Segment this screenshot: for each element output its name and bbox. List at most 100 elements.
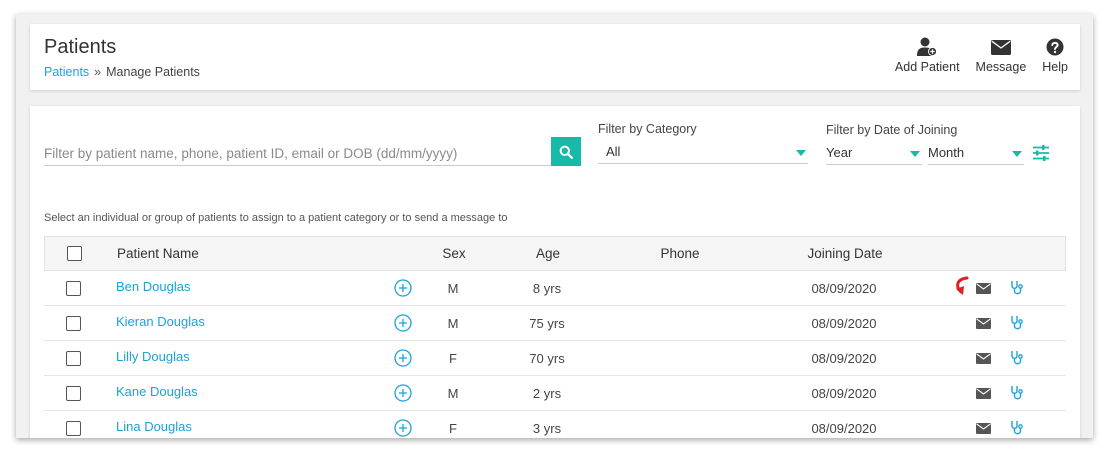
row-select-cell: [66, 411, 81, 438]
add-cell: [394, 271, 412, 305]
header-actions: Add Patient Message Help: [893, 36, 1070, 74]
name-cell: Kieran Douglas: [116, 306, 205, 340]
send-message-button[interactable]: [976, 387, 991, 399]
sliders-icon: [1033, 145, 1049, 161]
search-input[interactable]: [44, 136, 551, 166]
help-button[interactable]: Help: [1040, 36, 1070, 74]
envelope-icon: [976, 282, 991, 294]
column-header-sex[interactable]: Sex: [435, 237, 473, 270]
joining-date-cell: 08/09/2020: [811, 315, 877, 331]
row-select-cell: [66, 306, 81, 340]
row-checkbox[interactable]: [66, 420, 81, 436]
select-all-cell: [67, 237, 82, 270]
stethoscope-icon: [1011, 316, 1023, 330]
add-to-category-button[interactable]: [394, 349, 412, 367]
age-cell: 8 yrs: [532, 280, 562, 296]
clinical-record-button[interactable]: [1010, 385, 1024, 401]
send-message-button[interactable]: [976, 352, 991, 364]
add-cell: [394, 306, 412, 340]
column-header-phone[interactable]: Phone: [645, 237, 715, 270]
clinical-record-button[interactable]: [1010, 350, 1024, 366]
envelope-icon: [976, 352, 991, 364]
message-button[interactable]: Message: [974, 36, 1029, 74]
table-row: Ben Douglas M 8 yrs 08/09/2020: [44, 271, 1066, 306]
add-cell: [394, 411, 412, 438]
phone-cell: [644, 271, 714, 305]
sex-cell: M: [447, 280, 459, 296]
patient-name-link[interactable]: Kieran Douglas: [116, 314, 205, 329]
select-all-checkbox[interactable]: [67, 246, 82, 261]
patients-table: Patient Name Sex Age Phone Joining Date …: [44, 236, 1066, 438]
search-button[interactable]: [551, 137, 581, 166]
selection-hint: Select an individual or group of patient…: [44, 212, 508, 224]
sex-cell: F: [449, 420, 457, 436]
breadcrumb-link-patients[interactable]: Patients: [44, 65, 89, 79]
envelope-icon: [976, 317, 991, 329]
sex-cell: M: [447, 315, 459, 331]
row-checkbox[interactable]: [66, 280, 81, 296]
column-header-age[interactable]: Age: [515, 237, 581, 270]
message-cell: [976, 271, 991, 305]
phone-cell: [644, 306, 714, 340]
category-filter-label: Filter by Category: [598, 122, 697, 136]
phone-cell: [644, 411, 714, 438]
year-select[interactable]: Year: [826, 141, 922, 165]
patient-name-link[interactable]: Lilly Douglas: [116, 349, 190, 364]
category-select-value: All: [606, 144, 621, 159]
envelope-icon: [990, 36, 1011, 58]
clinical-record-button[interactable]: [1010, 315, 1024, 331]
search-icon: [559, 145, 573, 159]
age-cell: 3 yrs: [532, 420, 562, 436]
category-select[interactable]: All: [598, 140, 808, 164]
filter-settings-button[interactable]: [1032, 144, 1050, 167]
column-header-joining-date[interactable]: Joining Date: [795, 237, 895, 270]
message-cell: [976, 306, 991, 340]
patient-name-link[interactable]: Kane Douglas: [116, 384, 198, 399]
chevron-down-icon: [796, 150, 806, 156]
patient-name-link[interactable]: Lina Douglas: [116, 419, 192, 434]
patient-name-link[interactable]: Ben Douglas: [116, 279, 190, 294]
add-to-category-button[interactable]: [394, 419, 412, 437]
sex-cell: M: [447, 385, 459, 401]
age-cell: 2 yrs: [532, 385, 562, 401]
send-message-button[interactable]: [976, 317, 991, 329]
sex-cell: F: [449, 350, 457, 366]
add-to-category-button[interactable]: [394, 314, 412, 332]
plus-circle-icon: [394, 419, 412, 437]
add-patient-button[interactable]: Add Patient: [893, 36, 962, 74]
table-row: Lina Douglas F 3 yrs 08/09/2020: [44, 411, 1066, 438]
plus-circle-icon: [394, 349, 412, 367]
chevron-down-icon: [1012, 151, 1022, 157]
row-checkbox[interactable]: [66, 315, 81, 331]
curved-arrow-icon: [952, 271, 974, 305]
send-message-button[interactable]: [976, 282, 991, 294]
age-cell: 75 yrs: [529, 315, 565, 331]
message-label: Message: [975, 60, 1027, 74]
stethoscope-icon: [1011, 281, 1023, 295]
send-message-button[interactable]: [976, 422, 991, 434]
add-to-category-button[interactable]: [394, 384, 412, 402]
stethoscope-icon: [1011, 351, 1023, 365]
chevron-down-icon: [910, 151, 920, 157]
clinical-record-button[interactable]: [1010, 420, 1024, 436]
breadcrumb-current: Manage Patients: [106, 65, 200, 79]
phone-cell: [644, 376, 714, 410]
add-to-category-button[interactable]: [394, 279, 412, 297]
breadcrumb-separator: »: [94, 65, 102, 79]
search-bar: [44, 136, 581, 166]
add-patient-icon: [916, 36, 938, 58]
month-select[interactable]: Month: [928, 141, 1024, 165]
row-checkbox[interactable]: [66, 350, 81, 366]
page-header: Patients Patients » Manage Patients Add Pa…: [30, 24, 1080, 90]
name-cell: Lina Douglas: [116, 411, 192, 438]
page-title: Patients: [44, 36, 117, 58]
row-select-cell: [66, 341, 81, 375]
app-frame: Patients Patients » Manage Patients Add Pa…: [16, 14, 1093, 438]
envelope-icon: [976, 422, 991, 434]
table-row: Kane Douglas M 2 yrs 08/09/2020: [44, 376, 1066, 411]
clinical-record-button[interactable]: [1010, 280, 1024, 296]
name-cell: Ben Douglas: [116, 271, 190, 305]
row-checkbox[interactable]: [66, 385, 81, 401]
column-header-name[interactable]: Patient Name: [117, 237, 199, 270]
envelope-icon: [976, 387, 991, 399]
